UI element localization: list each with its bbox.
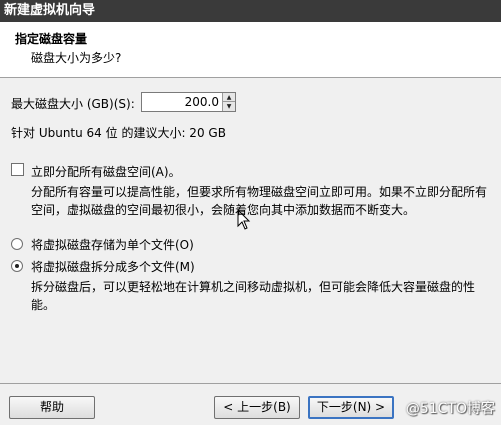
watermark: @51CTO博客 — [405, 401, 495, 417]
window-titlebar: 新建虚拟机向导 — [0, 0, 501, 22]
store-single-file-label[interactable]: 将虚拟磁盘存储为单个文件(O) — [31, 236, 194, 253]
disk-size-input[interactable] — [142, 93, 222, 111]
allocate-now-description: 分配所有容量可以提高性能，但要求所有物理磁盘空间立即可用。如果不立即分配所有空间… — [31, 185, 488, 217]
disk-size-spinner[interactable]: ▲ ▼ — [141, 92, 236, 112]
recommended-size-text: 针对 Ubuntu 64 位 的建议大小: 20 GB — [11, 126, 226, 140]
back-button[interactable]: < 上一步(B) — [214, 396, 300, 419]
wizard-header: 指定磁盘容量 磁盘大小为多少? — [0, 22, 501, 78]
up-arrow-icon[interactable]: ▲ — [222, 93, 235, 102]
split-multiple-files-radio[interactable] — [11, 260, 23, 272]
help-button[interactable]: 帮助 — [9, 396, 95, 419]
down-arrow-icon[interactable]: ▼ — [222, 102, 235, 111]
store-single-file-radio[interactable] — [11, 238, 23, 250]
page-subtitle: 磁盘大小为多少? — [31, 51, 122, 65]
disk-size-label: 最大磁盘大小 (GB)(S): — [11, 97, 135, 111]
wizard-footer: 帮助 < 上一步(B) 下一步(N) > @51CTO博客 — [0, 383, 501, 425]
split-description: 拆分磁盘后，可以更轻松地在计算机之间移动虚拟机，但可能会降低大容量磁盘的性能。 — [31, 280, 476, 312]
page-title: 指定磁盘容量 — [15, 32, 88, 46]
allocate-now-label[interactable]: 立即分配所有磁盘空间(A)。 — [31, 163, 181, 180]
split-multiple-files-label[interactable]: 将虚拟磁盘拆分成多个文件(M) — [31, 258, 195, 275]
next-button[interactable]: 下一步(N) > — [308, 396, 394, 419]
allocate-now-checkbox[interactable] — [11, 163, 24, 176]
window-title: 新建虚拟机向导 — [4, 3, 96, 18]
wizard-content: 最大磁盘大小 (GB)(S): ▲ ▼ 针对 Ubuntu 64 位 的建议大小… — [0, 78, 501, 383]
